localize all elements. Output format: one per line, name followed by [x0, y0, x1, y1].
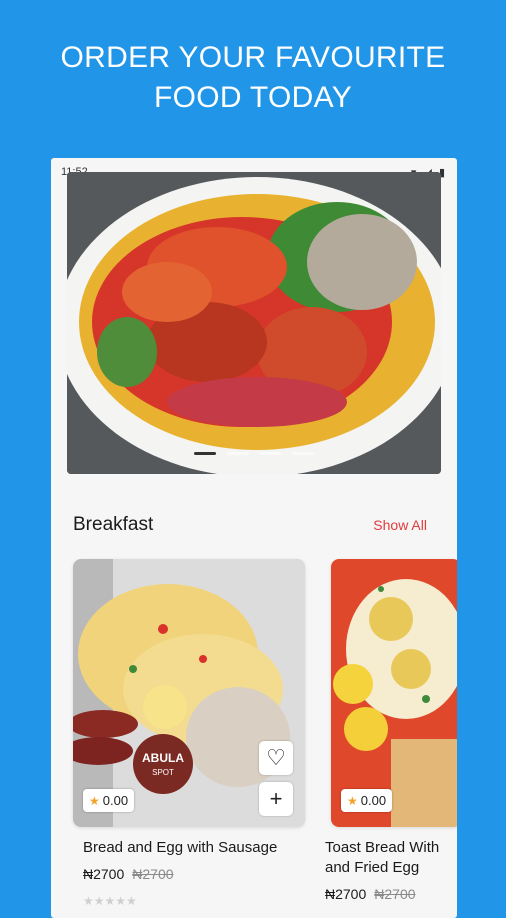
rating-value: 0.00: [360, 793, 387, 808]
banner-food-image: [67, 172, 441, 474]
food-card-image: [331, 559, 457, 827]
rating-stars: ★★★★★: [83, 894, 137, 908]
headline-line-2: FOOD TODAY: [153, 81, 353, 114]
show-all-link[interactable]: Show All: [373, 517, 427, 533]
rating-badge: ★ 0.00: [83, 789, 135, 812]
carousel-dot[interactable]: [226, 452, 249, 455]
headline-line-1: ORDER YOUR FAVOURITE: [60, 41, 446, 74]
rating-value: 0.00: [102, 793, 129, 808]
carousel-dot[interactable]: [259, 452, 282, 455]
add-to-cart-button[interactable]: +: [259, 782, 293, 816]
carousel-dots: [67, 442, 441, 460]
heart-icon: ♡: [266, 745, 286, 770]
food-card[interactable]: ABULA SPOT ★ 0.00 ♡ +: [73, 559, 305, 827]
food-card[interactable]: ★ 0.00: [331, 559, 457, 827]
star-icon: ★: [347, 794, 358, 808]
promo-headline: ORDER YOUR FAVOURITE FOOD TODAY: [0, 38, 506, 118]
abula-spot-logo-text: ABULA: [142, 751, 184, 765]
food-name: Bread and Egg with Sausage: [83, 839, 278, 856]
food-name: Toast Bread With and Fried Egg: [325, 839, 440, 876]
star-icon: ★: [89, 794, 100, 808]
plus-icon: +: [269, 786, 283, 811]
rating-badge: ★ 0.00: [341, 789, 393, 812]
current-price: ₦2700: [83, 866, 125, 882]
old-price: ₦2700: [132, 866, 174, 882]
favorite-button[interactable]: ♡: [259, 741, 293, 775]
hero-banner[interactable]: [67, 172, 441, 474]
section-title: Breakfast: [73, 514, 154, 535]
carousel-dot[interactable]: [291, 452, 314, 455]
price-row: ₦2700 ₦2700: [83, 866, 174, 882]
phone-screen: 11:52 ▾ ◢ ▮ Breakfast Sho: [51, 158, 457, 918]
svg-text:SPOT: SPOT: [152, 768, 174, 777]
carousel-dot-active[interactable]: [194, 452, 217, 455]
